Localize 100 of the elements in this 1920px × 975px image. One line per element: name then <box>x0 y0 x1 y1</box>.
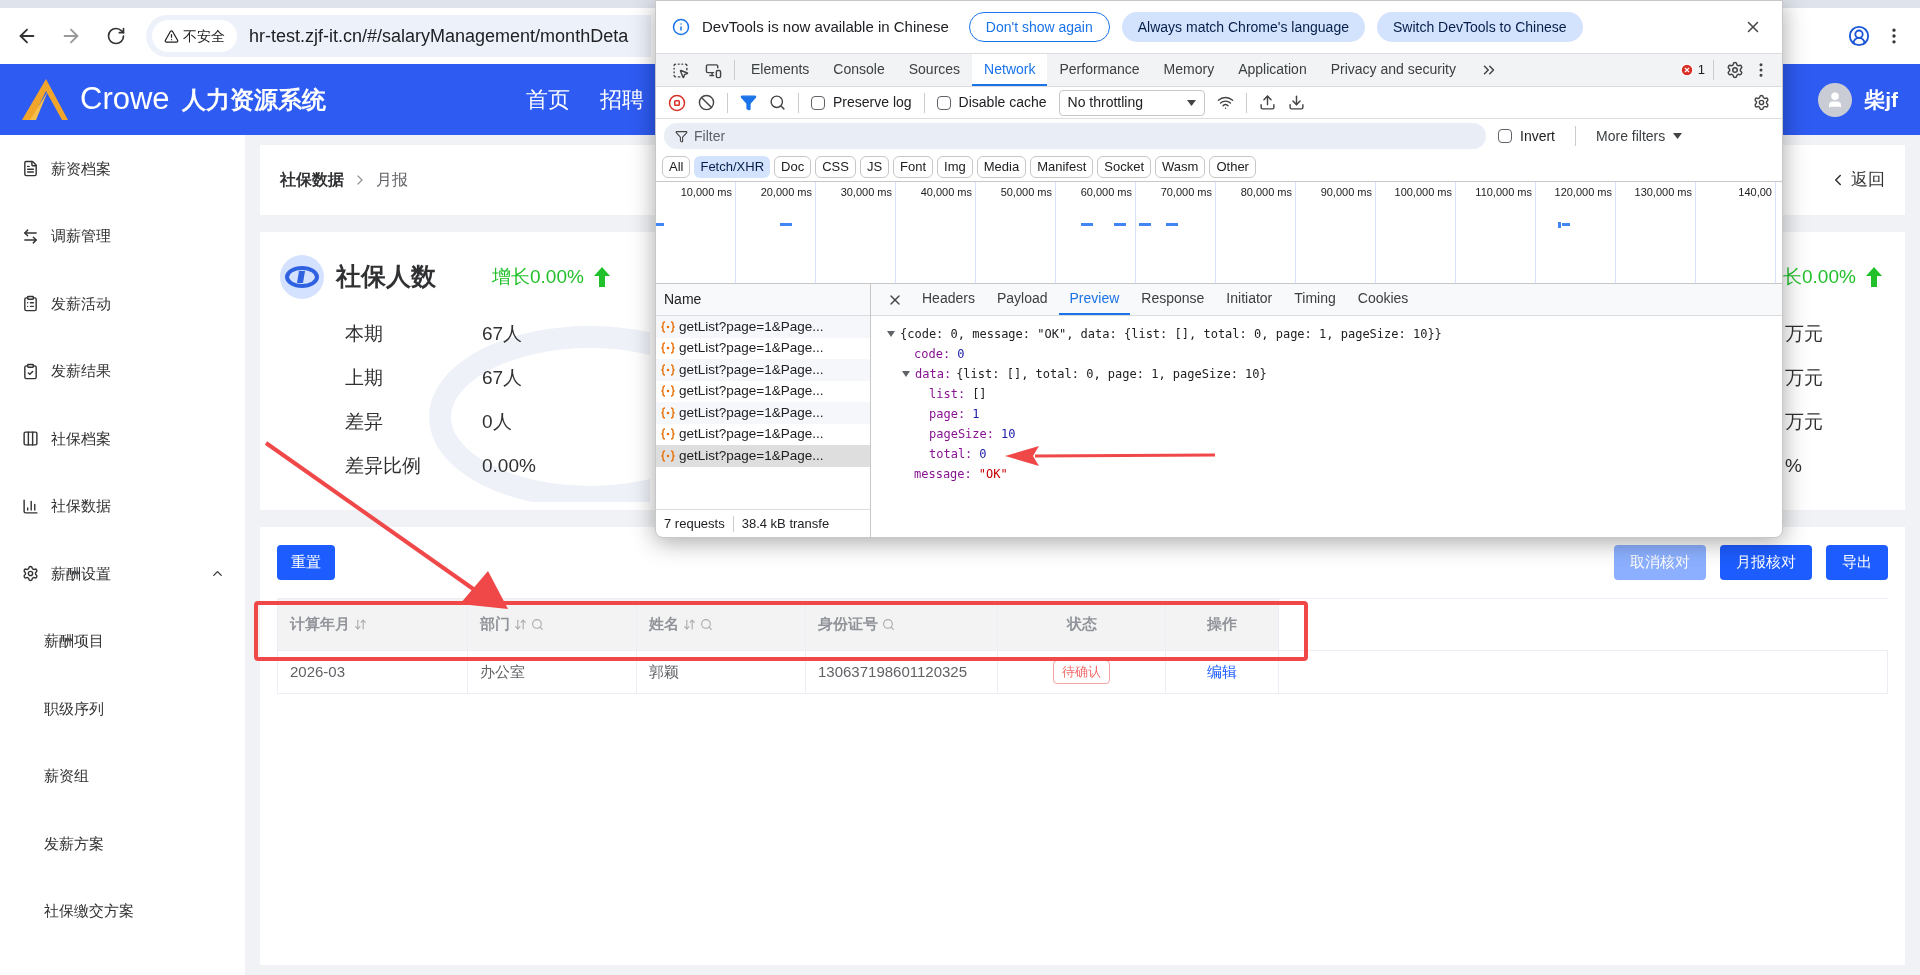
type-filter-chip[interactable]: JS <box>859 156 890 178</box>
detail-tab[interactable]: Cookies <box>1346 284 1420 315</box>
upload-icon[interactable] <box>1258 94 1276 111</box>
sidebar-item[interactable]: 社保档案 <box>0 405 245 473</box>
type-filter-chip[interactable]: Img <box>937 156 973 178</box>
type-filter-chip[interactable]: Wasm <box>1155 156 1206 178</box>
column-header: 部门 <box>468 599 637 650</box>
edit-link[interactable]: 编辑 <box>1207 660 1237 684</box>
swap-arrows-icon <box>22 227 39 245</box>
braces-icon <box>661 342 675 355</box>
sidebar-item[interactable]: 薪资档案 <box>0 135 245 203</box>
json-value: 10 <box>1001 426 1016 443</box>
reload-icon[interactable] <box>106 26 126 46</box>
bar-chart-icon <box>22 497 39 515</box>
sidebar-subitem[interactable]: 发薪方案 <box>0 810 245 878</box>
nav-link[interactable]: 首页 <box>525 83 570 116</box>
detail-tab[interactable]: Payload <box>985 284 1059 315</box>
json-key: pageSize: <box>929 425 995 443</box>
timeline-tick: 110,000 ms <box>1475 185 1532 200</box>
banner-button[interactable]: Don't show again <box>968 12 1110 42</box>
devtools-tab[interactable]: Performance <box>1047 54 1152 86</box>
devtools-tab[interactable]: Elements <box>739 54 822 86</box>
detail-tab[interactable]: Response <box>1130 284 1216 315</box>
sidebar-item[interactable]: 发薪活动 <box>0 270 245 338</box>
type-filter-chip[interactable]: Socket <box>1097 156 1152 178</box>
settings-icon[interactable] <box>1753 94 1770 111</box>
checkbox[interactable] <box>1498 129 1512 143</box>
search-icon[interactable] <box>769 94 786 111</box>
type-filter-chip[interactable]: Media <box>976 156 1027 178</box>
breadcrumb-link[interactable]: 社保数据 <box>280 168 344 192</box>
json-value: 1 <box>972 406 980 423</box>
expand-triangle-icon[interactable] <box>887 330 895 338</box>
timeline-tick: 100,000 ms <box>1394 185 1452 200</box>
checkbox[interactable] <box>811 95 825 110</box>
sidebar-subitem[interactable]: 职级序列 <box>0 675 245 743</box>
json-key: code: <box>914 345 951 363</box>
action-button[interactable]: 月报核对 <box>1720 545 1812 580</box>
request-row[interactable]: getList?page=1&Page... <box>656 359 870 381</box>
detail-tab[interactable]: Initiator <box>1215 284 1284 315</box>
type-filter-chip[interactable]: CSS <box>815 156 856 178</box>
banner-button[interactable]: Always match Chrome's language <box>1121 12 1365 42</box>
record-icon[interactable] <box>668 93 686 112</box>
download-icon[interactable] <box>1287 94 1305 111</box>
stat-value: 万元 <box>1785 365 1823 390</box>
banner-button[interactable]: Switch DevTools to Chinese <box>1377 12 1583 42</box>
inspect-icon[interactable] <box>672 61 689 79</box>
devtools-tab[interactable]: Network <box>972 54 1048 86</box>
filter-icon[interactable] <box>740 94 757 111</box>
type-filter-chip[interactable]: Font <box>893 156 934 178</box>
checkbox[interactable] <box>936 95 951 110</box>
type-filter-chip[interactable]: Doc <box>774 156 812 178</box>
social-security-icon <box>280 255 324 299</box>
back-button[interactable]: 返回 <box>1829 167 1885 193</box>
growth-text: 增长0.00% <box>492 264 584 289</box>
sidebar-item[interactable]: 薪酬设置 <box>0 540 245 608</box>
throttling-dropdown[interactable]: No throttling <box>1058 89 1205 116</box>
request-row[interactable]: getList?page=1&Page... <box>656 316 870 338</box>
devtools-tab[interactable]: Application <box>1226 54 1319 86</box>
requests-count: 7 requests <box>663 514 726 533</box>
disable-cache-label: Disable cache <box>958 93 1047 112</box>
expand-triangle-icon[interactable] <box>902 370 910 378</box>
devtools-tab[interactable]: Console <box>821 54 897 86</box>
more-filters-button[interactable]: More filters <box>1596 125 1683 147</box>
devtools-tab[interactable]: Sources <box>896 54 973 86</box>
clear-icon[interactable] <box>698 94 715 111</box>
type-filter-chip[interactable]: Manifest <box>1030 156 1094 178</box>
address-bar[interactable]: 不安全 hr-test.zjf-it.cn/#/salaryManagement/monthDeta <box>146 15 651 57</box>
action-button[interactable]: 导出 <box>1826 545 1888 580</box>
sidebar-item[interactable]: 社保数据 <box>0 472 245 540</box>
sidebar-item[interactable]: 发薪结果 <box>0 337 245 405</box>
devtools-tab[interactable]: Memory <box>1151 54 1227 86</box>
sidebar-subitem[interactable]: 薪资组 <box>0 742 245 810</box>
device-icon[interactable] <box>705 61 722 79</box>
json-key: list: <box>929 385 966 403</box>
summary-title: 社保人数 <box>336 261 436 293</box>
json-value: 0 <box>979 446 987 463</box>
filter-field[interactable]: Filter <box>664 123 1486 149</box>
sidebar-subitem[interactable]: 薪酬项目 <box>0 607 245 675</box>
devtools-tab[interactable]: Privacy and security <box>1318 54 1468 86</box>
request-row[interactable]: getList?page=1&Page... <box>656 402 870 424</box>
settings-icon[interactable] <box>1726 61 1744 79</box>
profile-icon[interactable] <box>1848 25 1870 47</box>
type-filter-chip[interactable]: Fetch/XHR <box>694 156 771 178</box>
nav-link[interactable]: 招聘 <box>599 83 644 116</box>
timeline-tick: 50,000 ms <box>1000 185 1052 200</box>
request-row[interactable]: getList?page=1&Page... <box>656 445 870 467</box>
braces-icon <box>661 428 675 441</box>
type-filter-chip[interactable]: All <box>662 156 691 178</box>
growth-text: 长0.00% <box>1783 264 1856 289</box>
type-filter-chip[interactable]: Other <box>1209 156 1256 178</box>
detail-tab[interactable]: Headers <box>911 284 986 315</box>
sidebar-subitem[interactable]: 社保缴交方案 <box>0 877 245 945</box>
detail-tab[interactable]: Timing <box>1283 284 1347 315</box>
timeline-tick: 90,000 ms <box>1320 185 1372 200</box>
stat-label: 差异比例 <box>345 453 422 478</box>
detail-tab[interactable]: Preview <box>1058 284 1131 315</box>
sidebar-item[interactable]: 调薪管理 <box>0 202 245 270</box>
json-summary: {list: [], total: 0, page: 1, pageSize: 10} <box>956 366 1267 383</box>
network-conditions-icon[interactable] <box>1216 94 1234 111</box>
reset-button[interactable]: 重置 <box>277 545 335 580</box>
